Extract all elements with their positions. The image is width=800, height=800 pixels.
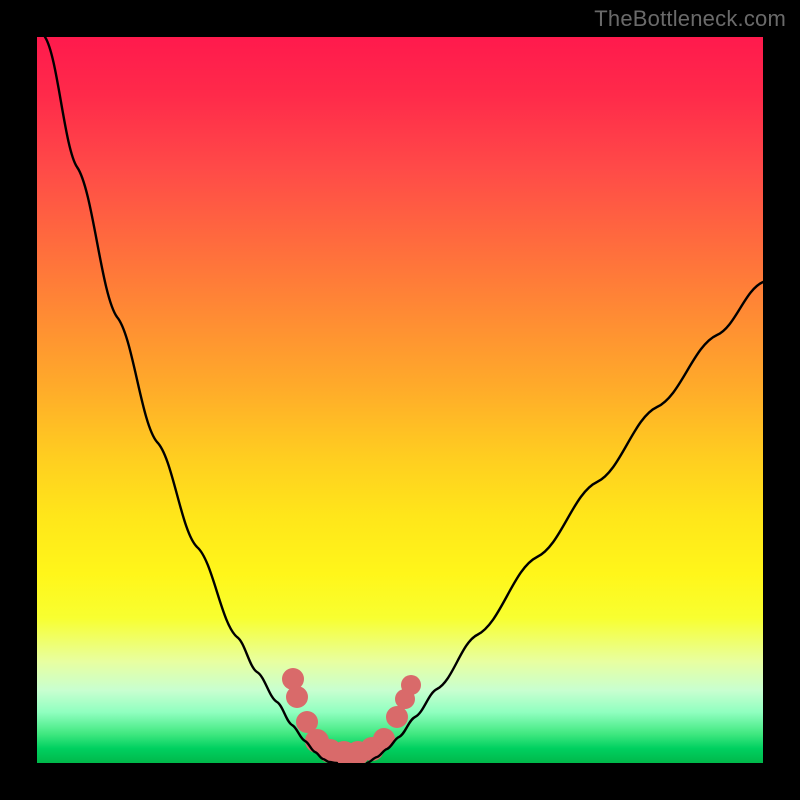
chart-svg xyxy=(37,37,763,763)
marker-group xyxy=(282,668,421,763)
marker-dot xyxy=(286,686,308,708)
right-curve xyxy=(367,282,763,763)
marker-dot xyxy=(386,706,408,728)
plot-area xyxy=(37,37,763,763)
marker-dot xyxy=(373,728,395,750)
marker-dot xyxy=(401,675,421,695)
chart-frame: TheBottleneck.com xyxy=(0,0,800,800)
watermark-text: TheBottleneck.com xyxy=(594,6,786,32)
left-curve xyxy=(45,37,337,763)
